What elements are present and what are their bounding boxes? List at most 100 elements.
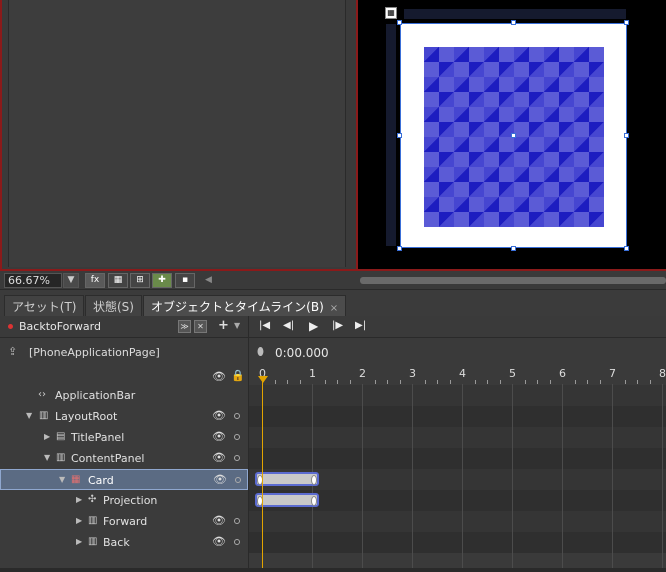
scroll-left-arrow-icon[interactable]: ◀ xyxy=(205,275,212,285)
eye-icon[interactable]: 👁 xyxy=(212,370,226,383)
timeline-horizontal-scrollbar[interactable] xyxy=(0,568,666,572)
ruler-tick xyxy=(524,380,526,384)
tree-item-titlepanel[interactable]: ▶ ▤ TitlePanel 👁 xyxy=(0,427,248,448)
playhead-handle[interactable] xyxy=(258,376,268,383)
ruler-tick xyxy=(649,380,651,384)
ruler-tick xyxy=(287,380,288,384)
playback-controls: |◀ ◀| ▶ |▶ ▶| xyxy=(248,316,666,338)
keyframe[interactable] xyxy=(311,496,317,506)
storyboard-options-icon[interactable]: ≫ xyxy=(178,320,191,333)
resize-handle-top[interactable] xyxy=(511,20,516,25)
snap-lines-icon[interactable]: ✚ xyxy=(152,273,172,288)
tab-close-icon[interactable]: × xyxy=(330,303,338,314)
tree-item-layoutroot[interactable]: ▼ ▥ LayoutRoot 👁 xyxy=(0,406,248,427)
close-storyboard-icon[interactable]: ✕ xyxy=(194,320,207,333)
eye-icon[interactable]: 👁 xyxy=(212,430,226,443)
ruler-tick xyxy=(599,380,601,384)
tree-item-label: ContentPanel xyxy=(71,452,145,465)
expand-chevron-icon[interactable]: ▶ xyxy=(44,432,50,441)
ruler-tick xyxy=(424,380,426,384)
horizontal-scrollbar-thumb[interactable] xyxy=(360,277,666,284)
keyframe-bar[interactable] xyxy=(255,493,319,507)
center-point-handle[interactable] xyxy=(511,133,516,138)
eye-icon[interactable]: 👁 xyxy=(212,535,226,548)
tab-objects-timeline[interactable]: オブジェクトとタイムライン(B) × xyxy=(143,295,347,317)
previous-frame-icon[interactable]: ◀| xyxy=(283,320,294,331)
current-time[interactable]: 0:00.000 xyxy=(275,346,329,360)
tree-item-contentpanel[interactable]: ▼ ▥ ContentPanel 👁 xyxy=(0,448,248,469)
ruler-label: 1 xyxy=(309,367,316,380)
tree-item-card[interactable]: ▼ ▦ Card 👁 xyxy=(0,469,248,490)
resize-handle-bottom[interactable] xyxy=(511,246,516,251)
annotations-icon[interactable]: ▪ xyxy=(175,273,195,288)
second-gridline xyxy=(512,384,513,572)
resize-handle-bottom-right[interactable] xyxy=(624,246,629,251)
show-grid-icon[interactable]: ▦ xyxy=(108,273,128,288)
zoom-toolbar: 66.67% ▼ fx ▦ ⊞ ✚ ▪ ◀ xyxy=(0,271,666,289)
lock-toggle-icon[interactable] xyxy=(234,413,240,419)
tree-item-label: Card xyxy=(88,474,114,487)
eye-icon[interactable]: 👁 xyxy=(212,514,226,527)
expand-chevron-icon[interactable]: ▶ xyxy=(76,495,82,504)
expand-chevron-icon[interactable]: ▶ xyxy=(76,516,82,525)
snap-grid-icon[interactable]: ⊞ xyxy=(130,273,150,288)
lock-toggle-icon[interactable] xyxy=(234,455,240,461)
grid-icon[interactable]: ▦ xyxy=(385,7,397,19)
new-storyboard-icon[interactable]: + xyxy=(218,318,229,333)
resize-handle-bottom-left[interactable] xyxy=(397,246,402,251)
grid-panel-icon: ▥ xyxy=(39,410,49,421)
keyframe[interactable] xyxy=(311,475,317,485)
scope-up-icon[interactable]: ⇪ xyxy=(8,345,17,358)
tree-item-back[interactable]: ▶ ▥ Back 👁 xyxy=(0,532,248,553)
second-gridline xyxy=(362,384,363,572)
resize-handle-top-right[interactable] xyxy=(624,20,629,25)
tree-item-label: Forward xyxy=(103,515,148,528)
code-icon: ‹› xyxy=(38,389,46,400)
lock-toggle-icon[interactable] xyxy=(234,434,240,440)
tree-item-applicationbar[interactable]: ‹› ApplicationBar xyxy=(0,385,248,406)
artboard-left-pane[interactable] xyxy=(0,0,358,271)
keyframe-bar[interactable] xyxy=(255,472,319,486)
effects-fx-icon[interactable]: fx xyxy=(85,273,105,288)
eye-icon[interactable]: 👁 xyxy=(212,409,226,422)
timeline-panel[interactable]: ⬮ 0:00.000 012345678 xyxy=(248,338,666,572)
ruler-tick xyxy=(499,380,501,384)
zoom-dropdown-icon[interactable]: ▼ xyxy=(63,273,79,288)
ruler-tick xyxy=(537,380,538,384)
tree-item-projection[interactable]: ▶ ✣ Projection xyxy=(0,490,248,511)
tree-item-forward[interactable]: ▶ ▥ Forward 👁 xyxy=(0,511,248,532)
next-frame-icon[interactable]: |▶ xyxy=(332,320,343,331)
expand-chevron-icon[interactable]: ▼ xyxy=(59,475,65,484)
lock-toggle-icon[interactable] xyxy=(234,518,240,524)
go-to-first-frame-icon[interactable]: |◀ xyxy=(259,320,270,331)
expand-chevron-icon[interactable]: ▼ xyxy=(26,411,32,420)
resize-handle-right[interactable] xyxy=(624,133,629,138)
play-icon[interactable]: ▶ xyxy=(309,319,318,333)
resize-handle-top-left[interactable] xyxy=(397,20,402,25)
tab-states[interactable]: 状態(S) xyxy=(85,295,142,317)
resize-handle-left[interactable] xyxy=(397,133,402,138)
lock-icon[interactable]: 🔒 xyxy=(231,369,245,382)
ruler-tick xyxy=(549,380,551,384)
phone-side-bar xyxy=(386,24,396,246)
card-grid-icon: ▦ xyxy=(71,474,81,485)
tree-item-label: ApplicationBar xyxy=(55,389,136,402)
stack-panel-icon: ▤ xyxy=(56,431,66,442)
expand-chevron-icon[interactable]: ▶ xyxy=(76,537,82,546)
storyboard-menu-chevron-icon[interactable]: ▼ xyxy=(234,321,240,330)
eye-icon[interactable]: 👁 xyxy=(212,451,226,464)
playhead[interactable] xyxy=(262,379,263,572)
eye-icon[interactable]: 👁 xyxy=(213,473,227,486)
scope-row[interactable]: ⇪ [PhoneApplicationPage] xyxy=(0,342,248,362)
timeline-ruler[interactable]: 012345678 xyxy=(249,366,666,384)
ruler-label: 2 xyxy=(359,367,366,380)
ruler-label: 8 xyxy=(659,367,666,380)
expand-chevron-icon[interactable]: ▼ xyxy=(44,453,50,462)
lock-toggle-icon[interactable] xyxy=(235,477,241,483)
storyboard-name[interactable]: BacktoForward xyxy=(19,320,101,333)
go-to-last-frame-icon[interactable]: ▶| xyxy=(355,320,366,331)
tab-assets[interactable]: アセット(T) xyxy=(4,295,85,317)
zoom-input[interactable]: 66.67% xyxy=(4,273,62,288)
lock-toggle-icon[interactable] xyxy=(234,539,240,545)
record-keyframe-icon[interactable]: ⬮ xyxy=(257,345,264,359)
